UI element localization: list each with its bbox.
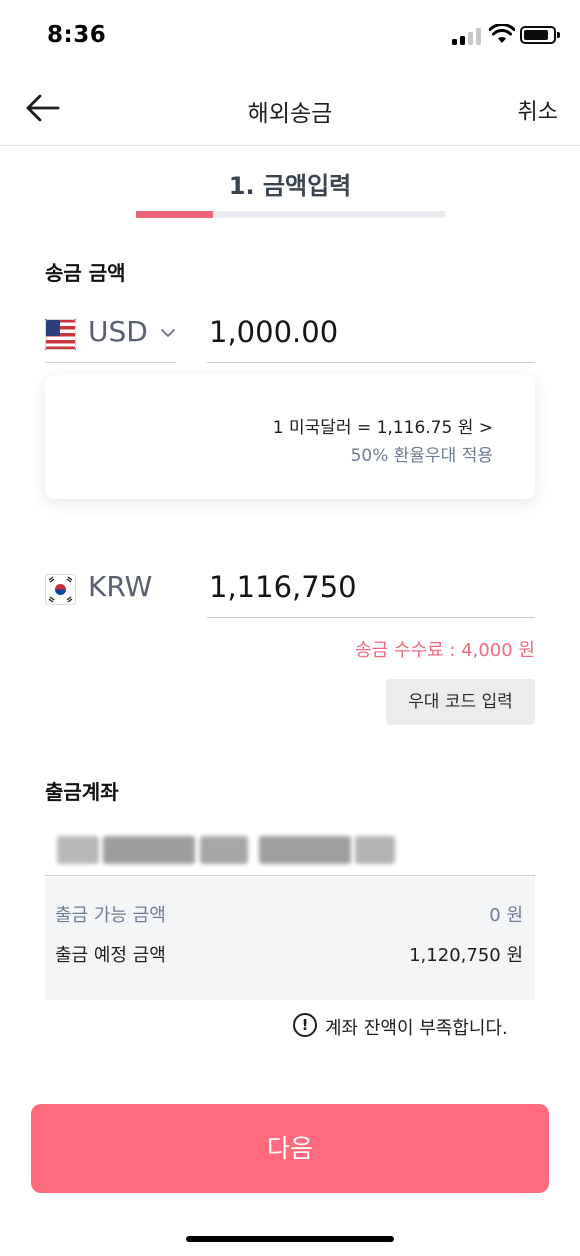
step-title: 1. 금액입력 xyxy=(228,172,352,200)
send-currency-code: USD xyxy=(88,315,148,348)
nav-bar: 해외송금 취소 xyxy=(0,70,580,146)
send-currency-select[interactable]: USD xyxy=(45,313,176,363)
us-flag-icon xyxy=(45,319,76,350)
send-amount-value: 1,000.00 xyxy=(209,315,339,349)
planned-withdrawal-value: 1,120,750 원 xyxy=(409,945,523,966)
page-title: 해외송금 xyxy=(247,101,333,127)
available-balance-label: 출금 가능 금액 xyxy=(55,905,166,926)
promo-code-button[interactable]: 우대 코드 입력 xyxy=(386,679,535,725)
cellular-signal-icon xyxy=(452,27,484,45)
transfer-fee-text: 송금 수수료 : 4,000 원 xyxy=(355,640,535,661)
receive-currency-code: KRW xyxy=(88,570,153,603)
next-button[interactable]: 다음 xyxy=(31,1104,549,1193)
exchange-rate-link[interactable]: 1 미국달러 = 1,116.75 원 > xyxy=(273,413,493,438)
kr-flag-icon xyxy=(45,574,76,605)
receive-amount-input[interactable]: 1,116,750 xyxy=(207,568,535,618)
battery-icon xyxy=(520,26,560,44)
withdraw-account-select[interactable] xyxy=(45,830,535,876)
wifi-icon xyxy=(489,24,515,43)
chevron-down-icon xyxy=(161,329,175,337)
status-time: 8:36 xyxy=(47,22,107,48)
warning-text: 계좌 잔액이 부족합니다. xyxy=(325,1018,508,1039)
send-amount-input[interactable]: 1,000.00 xyxy=(207,313,535,363)
planned-withdrawal-label: 출금 예정 금액 xyxy=(55,945,166,966)
receive-amount-value: 1,116,750 xyxy=(209,570,357,604)
withdraw-account-label: 출금계좌 xyxy=(45,780,119,804)
balance-summary: 출금 가능 금액 0 원 출금 예정 금액 1,120,750 원 xyxy=(45,877,535,1000)
status-bar: 8:36 xyxy=(0,0,580,70)
insufficient-balance-warning: ! 계좌 잔액이 부족합니다. xyxy=(293,1013,523,1039)
exchange-rate-card: 1 미국달러 = 1,116.75 원 > 50% 환율우대 적용 xyxy=(45,375,535,499)
cancel-button[interactable]: 취소 xyxy=(518,94,558,126)
step-progress-fill xyxy=(136,211,214,218)
send-amount-label: 송금 금액 xyxy=(45,261,126,285)
home-indicator xyxy=(186,1236,394,1242)
receive-currency: KRW xyxy=(45,568,176,618)
exclamation-circle-icon: ! xyxy=(293,1013,317,1037)
rate-benefit-text: 50% 환율우대 적용 xyxy=(350,446,493,466)
step-progress-bar xyxy=(136,211,445,218)
available-balance-value: 0 원 xyxy=(489,905,523,926)
